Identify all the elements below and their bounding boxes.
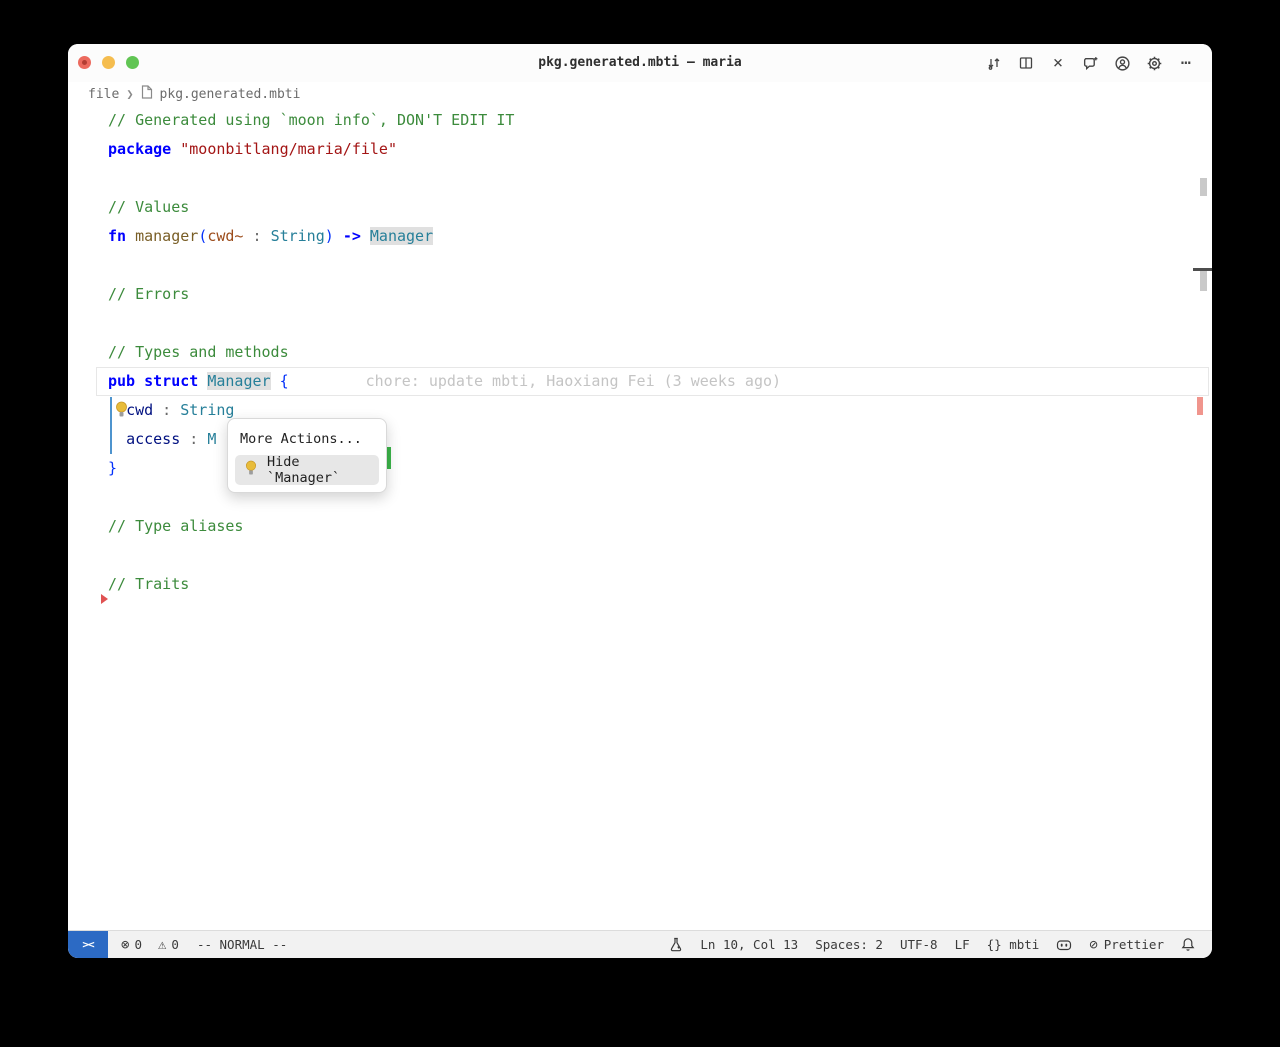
code-token-punct: : (153, 401, 181, 419)
notifications-bell-icon[interactable] (1181, 937, 1195, 952)
account-icon[interactable] (1110, 51, 1134, 75)
code-token-brace: { (279, 372, 289, 390)
language-mode-status[interactable]: {} mbti (987, 937, 1040, 952)
code-token-comment: // Generated using `moon info`, DON'T ED… (108, 111, 515, 129)
statusbar: >< ⊗ 0 ⚠ 0 -- NORMAL -- Ln 10, Col 13 Sp… (68, 930, 1212, 958)
more-actions-icon[interactable]: ⋯ (1174, 51, 1198, 75)
remote-icon: >< (82, 938, 94, 951)
cursor-position-status[interactable]: Ln 10, Col 13 (700, 937, 798, 952)
code-line[interactable]: // Errors (108, 280, 1212, 309)
errors-icon: ⊗ (121, 936, 130, 953)
code-line[interactable] (108, 251, 1212, 280)
code-token-param: cwd~ (207, 227, 244, 245)
chevron-right-icon: ❯ (126, 87, 134, 101)
code-token-brace: ( (198, 227, 208, 245)
warnings-count: 0 (171, 937, 179, 952)
code-token-keyword: pub struct (108, 372, 199, 390)
code-token-brace: ) (324, 227, 334, 245)
lightbulb-icon[interactable] (114, 401, 129, 422)
code-token-field: cwd (126, 401, 154, 419)
code-token-type: String (180, 401, 235, 419)
code-token-type: Manager (207, 372, 271, 390)
statusbar-right: Ln 10, Col 13 Spaces: 2 UTF-8 LF {} mbti… (669, 937, 1212, 952)
overview-ruler-error-mark (1197, 397, 1203, 415)
settings-gear-icon[interactable] (1142, 51, 1166, 75)
errors-count: 0 (134, 937, 142, 952)
last-edit-marker-icon (101, 594, 108, 604)
split-editor-icon[interactable] (1014, 51, 1038, 75)
breadcrumb: file ❯ pkg.generated.mbti (68, 82, 1212, 106)
prettier-label: Prettier (1103, 937, 1164, 952)
chat-add-icon[interactable] (1078, 51, 1102, 75)
code-token-blame: chore: update mbti, Haoxiang Fei (3 week… (365, 372, 782, 390)
code-token-punct: : (180, 430, 208, 448)
code-token-op: -> (342, 227, 361, 245)
code-line[interactable]: // Generated using `moon info`, DON'T ED… (108, 106, 1212, 135)
copilot-icon[interactable] (1056, 938, 1072, 952)
code-token-type: String (270, 227, 325, 245)
editor[interactable]: // Generated using `moon info`, DON'T ED… (68, 106, 1212, 930)
overview-ruler-highlight-mark (1200, 178, 1207, 196)
code-token-comment: // Errors (108, 285, 190, 303)
compare-changes-icon[interactable] (982, 51, 1006, 75)
problems-status[interactable]: ⊗ 0 ⚠ 0 (121, 937, 179, 952)
code-line[interactable]: package "moonbitlang/maria/file" (108, 135, 1212, 164)
code-line[interactable]: pub struct Manager { chore: update mbti, … (108, 367, 1212, 396)
code-token-string: "moonbitlang/maria/file" (180, 140, 397, 158)
indentation-status[interactable]: Spaces: 2 (815, 937, 883, 952)
vim-mode-indicator: -- NORMAL -- (196, 937, 288, 952)
code-token-punct: : (243, 227, 271, 245)
overview-ruler-highlight-mark (1200, 271, 1207, 291)
code-line[interactable] (108, 164, 1212, 193)
code-line[interactable] (108, 309, 1212, 338)
close-editor-icon[interactable]: × (1046, 51, 1070, 75)
titlebar: pkg.generated.mbti — maria × ⋯ (68, 44, 1212, 82)
code-token-type: M (207, 430, 217, 448)
code-line[interactable]: // Values (108, 193, 1212, 222)
titlebar-actions: × ⋯ (982, 44, 1198, 82)
encoding-status[interactable]: UTF-8 (900, 937, 938, 952)
eol-status[interactable]: LF (955, 937, 970, 952)
code-token-type: Manager (369, 227, 434, 245)
statusbar-left: ⊗ 0 ⚠ 0 -- NORMAL -- (108, 937, 287, 952)
menu-item-label: Hide `Manager` (267, 454, 341, 486)
code-token-brace: } (108, 459, 118, 477)
code-token-comment: // Type aliases (108, 517, 244, 535)
code-token-comment: // Types and methods (108, 343, 289, 361)
code-lines: // Generated using `moon info`, DON'T ED… (108, 106, 1212, 599)
remote-indicator[interactable]: >< (68, 930, 108, 958)
flask-icon[interactable] (669, 937, 683, 952)
code-line[interactable] (108, 541, 1212, 570)
code-line[interactable]: // Types and methods (108, 338, 1212, 367)
code-token-keyword: package (108, 140, 172, 158)
breadcrumb-folder[interactable]: file (88, 87, 119, 102)
more-actions-menu-item[interactable]: More Actions... (235, 426, 379, 455)
warnings-icon: ⚠ (157, 936, 167, 953)
code-action-popup: More Actions... Hide `Manager` (227, 418, 387, 493)
breadcrumb-file[interactable]: pkg.generated.mbti (160, 87, 301, 102)
code-line[interactable]: // Type aliases (108, 512, 1212, 541)
slash-circle-icon: ⊘ (1089, 936, 1098, 953)
code-line[interactable]: fn manager(cwd~ : String) -> Manager (108, 222, 1212, 251)
code-token-comment: // Values (108, 198, 190, 216)
lightbulb-icon (244, 460, 258, 480)
file-icon (141, 85, 153, 103)
code-line[interactable]: // Traits (108, 570, 1212, 599)
code-token-keyword: fn (108, 227, 127, 245)
prettier-status[interactable]: ⊘ Prettier (1089, 937, 1164, 952)
code-token-comment: // Traits (108, 575, 190, 593)
code-token-field: access (126, 430, 181, 448)
vscode-window: pkg.generated.mbti — maria × ⋯ file ❯ pk… (68, 44, 1212, 958)
hide-manager-menu-item[interactable]: Hide `Manager` (235, 454, 379, 486)
code-token-func: manager (135, 227, 199, 245)
